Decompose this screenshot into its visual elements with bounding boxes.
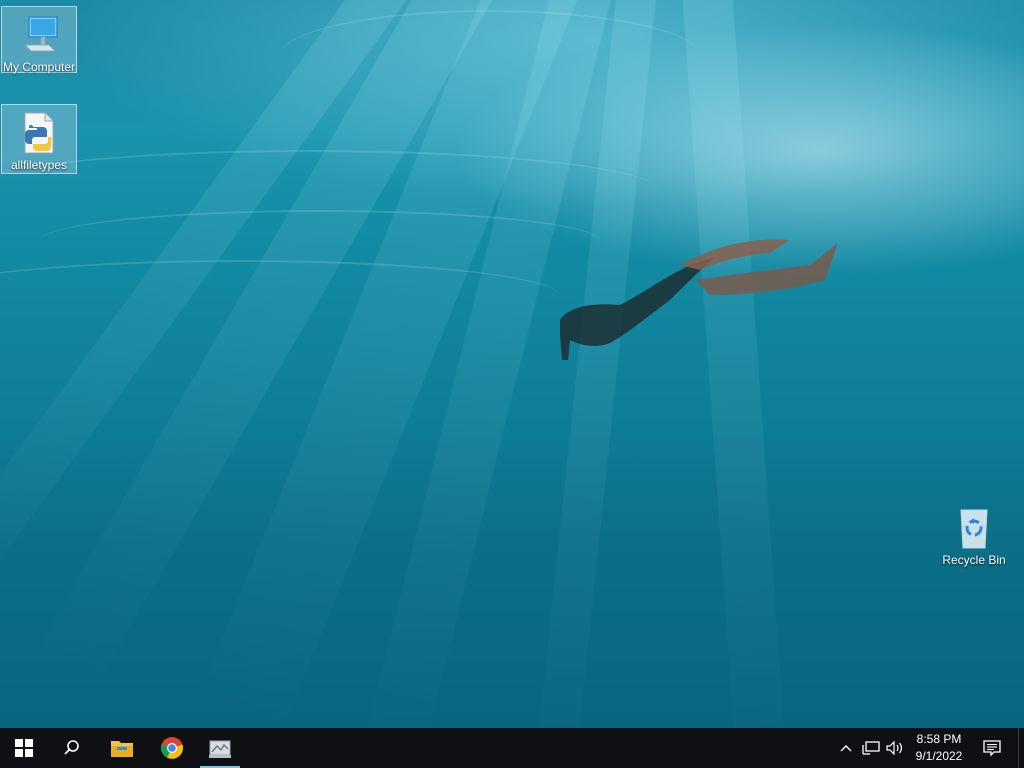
windows-logo-icon (15, 739, 33, 757)
taskbar-file-explorer[interactable] (98, 728, 146, 768)
tray-network[interactable] (860, 728, 882, 768)
clock-time: 8:58 PM (916, 732, 962, 746)
chevron-up-icon (840, 745, 852, 752)
recycle-bin-icon (950, 504, 998, 552)
taskbar: 8:58 PM 9/1/2022 (0, 728, 1024, 768)
start-button[interactable] (0, 728, 48, 768)
desktop-icon-allfiletypes[interactable]: allfiletypes (1, 104, 77, 174)
show-desktop-button[interactable] (1018, 728, 1024, 768)
action-center-button[interactable] (978, 728, 1006, 768)
taskbar-chrome[interactable] (148, 728, 196, 768)
search-icon (64, 740, 79, 755)
search-button[interactable] (48, 728, 96, 768)
desktop-icon-label: allfiletypes (10, 158, 68, 172)
desktop-icon-label: My Computer (2, 60, 76, 74)
taskbar-clock[interactable]: 8:58 PM 9/1/2022 (906, 731, 972, 765)
app-window-icon (209, 740, 231, 758)
desktop[interactable]: My Computer allfiletypes Recycle Bin (0, 0, 1024, 728)
desktop-icon-my-computer[interactable]: My Computer (1, 6, 77, 74)
network-icon (862, 741, 880, 755)
chrome-icon (160, 737, 183, 759)
tray-volume[interactable] (884, 728, 906, 768)
computer-icon (15, 11, 63, 59)
python-file-icon (15, 109, 63, 157)
swimmer-silhouette (560, 239, 838, 360)
tray-show-hidden[interactable] (836, 728, 856, 768)
water-ripple (280, 10, 700, 102)
volume-icon (886, 741, 903, 755)
taskbar-app-window[interactable] (198, 728, 242, 768)
desktop-icon-recycle-bin[interactable]: Recycle Bin (936, 500, 1012, 572)
clock-date: 9/1/2022 (915, 749, 963, 763)
notification-icon (983, 740, 1001, 756)
file-explorer-icon (111, 741, 133, 757)
desktop-icon-label: Recycle Bin (942, 553, 1006, 567)
